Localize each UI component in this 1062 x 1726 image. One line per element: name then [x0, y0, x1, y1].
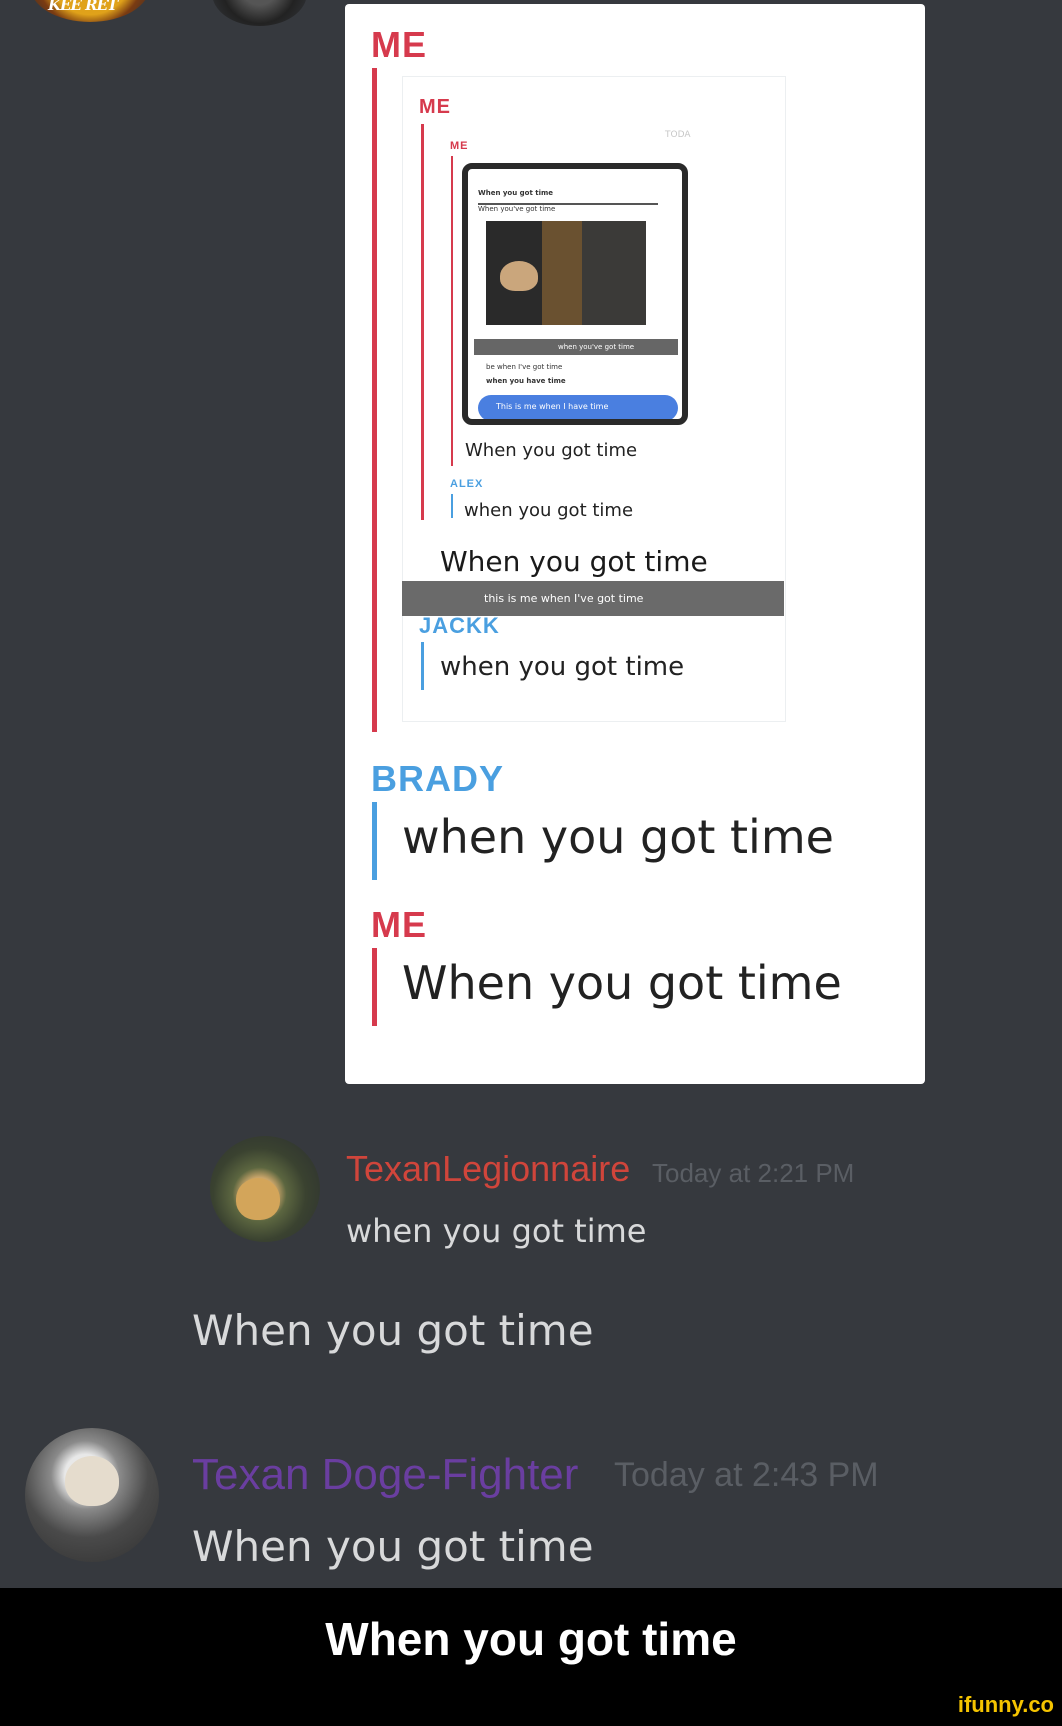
alex-quote-bar	[451, 494, 453, 518]
phone-image	[486, 221, 646, 325]
message-1-text: when you got time	[346, 1212, 647, 1250]
doge-face-icon-2	[65, 1456, 119, 1506]
innermost-quote-bar	[451, 156, 453, 466]
outer-me-label: ME	[371, 24, 427, 65]
top-avatar-text: KEE RET	[48, 0, 118, 14]
phone-grey-bar: when you've got time	[474, 339, 678, 355]
phone-line1: When you got time	[478, 189, 554, 197]
message-2-text: When you got time	[192, 1306, 594, 1355]
jackk-msg: when you got time	[440, 652, 685, 682]
jackk-label: JACKK	[419, 613, 500, 638]
meme-caption-bar: When you got time ifunny.co	[0, 1588, 1062, 1726]
outer-quote-bar	[372, 68, 377, 732]
avatar-texan-doge-fighter[interactable]	[25, 1428, 159, 1562]
message-3-text: When you got time	[192, 1522, 594, 1571]
embedded-screenshot: ME ME ME TODA When you got time When you…	[345, 4, 925, 1084]
phone-pill-text: This is me when I have time	[496, 402, 609, 411]
alex-label: ALEX	[450, 478, 484, 490]
phone-line4: when you have time	[486, 377, 566, 385]
me-quote-bar	[372, 948, 377, 1026]
innermost-msg: When you got time	[465, 440, 638, 461]
me-msg: When you got time	[402, 956, 842, 1010]
username-texan-doge-fighter[interactable]: Texan Doge-Fighter	[192, 1450, 578, 1500]
timestamp-1: Today at 2:21 PM	[652, 1158, 855, 1188]
username-texanlegionnaire[interactable]: TexanLegionnaire	[346, 1148, 630, 1190]
tiny-today-label: TODA	[665, 130, 691, 140]
ifunny-watermark: ifunny.co	[957, 1692, 1054, 1717]
me-label: ME	[371, 904, 427, 945]
phone-screenshot: When you got time When you've got time w…	[462, 163, 688, 425]
meme-caption: When you got time	[325, 1613, 737, 1665]
phone-line2: When you've got time	[478, 205, 556, 213]
top-avatar-left[interactable]: KEE RET	[30, 0, 150, 22]
phone-line3: be when I've got time	[486, 363, 563, 371]
innermost-me-label: ME	[450, 140, 469, 152]
avatar-texanlegionnaire[interactable]	[210, 1136, 320, 1242]
brady-msg: when you got time	[402, 810, 834, 864]
inner-quote-bar	[421, 124, 424, 520]
brady-label: BRADY	[371, 758, 505, 799]
inner-me-label: ME	[419, 96, 451, 118]
inner-caption-bar: this is me when I've got time	[402, 581, 784, 616]
alex-msg: when you got time	[464, 500, 634, 521]
doge-face-icon	[236, 1178, 280, 1220]
phone-message-pill: This is me when I have time	[478, 395, 678, 419]
timestamp-3: Today at 2:43 PM	[614, 1456, 879, 1494]
phone-greybar-text: when you've got time	[558, 343, 635, 351]
top-avatar-right[interactable]	[212, 0, 307, 26]
brady-quote-bar	[372, 802, 377, 880]
jackk-quote-bar	[421, 642, 424, 690]
inner-caption-text: this is me when I've got time	[484, 592, 644, 605]
mid-msg: When you got time	[440, 545, 708, 578]
